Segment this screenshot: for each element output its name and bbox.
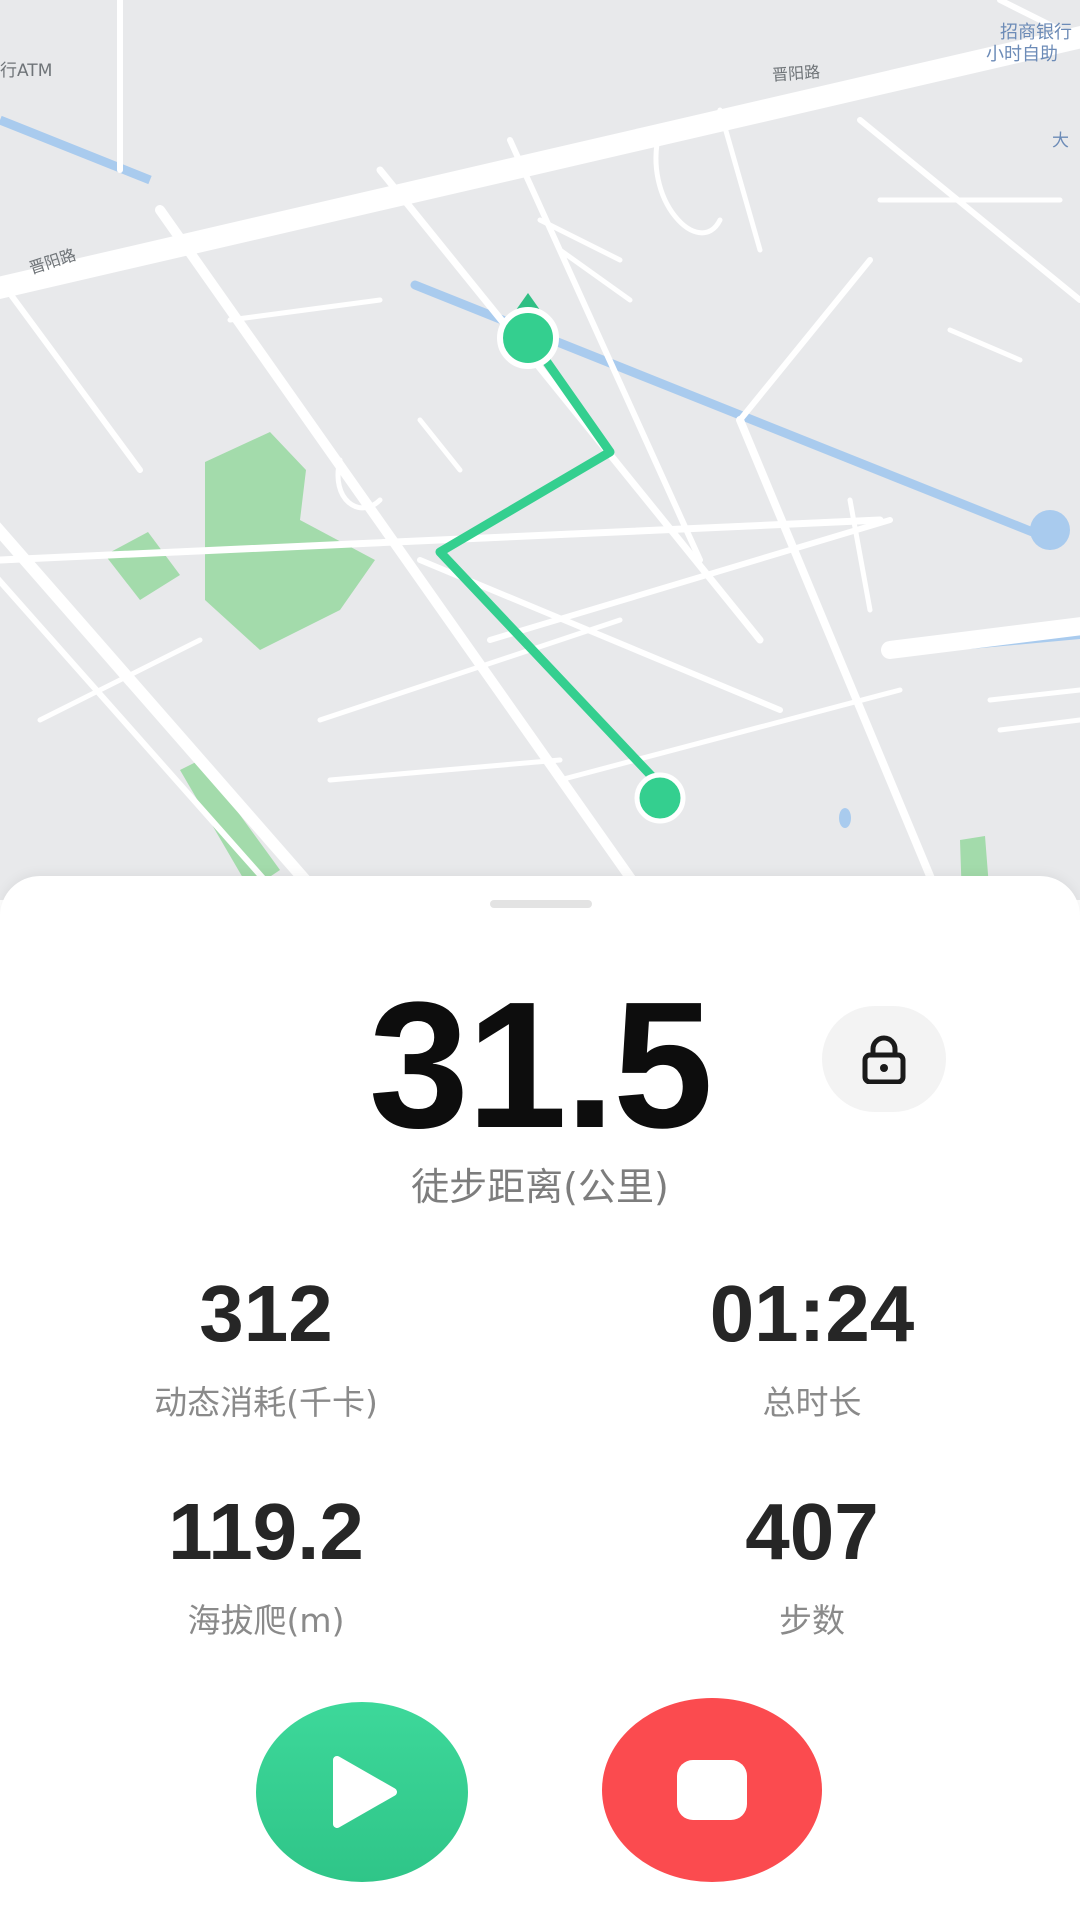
map-poi-atm: 行ATM <box>0 61 53 81</box>
map-graphics <box>0 0 1080 900</box>
park-area <box>105 532 180 600</box>
lock-icon <box>862 1035 906 1084</box>
calories-label: 动态消耗(千卡) <box>154 1383 378 1422</box>
route-end-marker-icon <box>634 772 686 824</box>
steps-value: 407 <box>745 1487 879 1576</box>
canal <box>0 115 152 185</box>
play-icon <box>333 1756 397 1828</box>
elevation-label: 海拔爬(m) <box>187 1601 345 1640</box>
calories-value: 312 <box>199 1269 333 1358</box>
map-road-label: 晋阳路 <box>771 62 821 85</box>
map-poi-label: 大 <box>1052 131 1069 151</box>
lock-button[interactable] <box>822 1006 946 1112</box>
distance-value: 31.5 <box>368 965 713 1166</box>
steps-label: 步数 <box>779 1601 845 1640</box>
stop-button[interactable] <box>602 1698 822 1882</box>
pond <box>839 808 851 828</box>
play-button[interactable] <box>256 1702 468 1882</box>
route-start-marker-icon <box>497 307 559 369</box>
map-poi-bank-sub: 小时自助 <box>986 44 1058 65</box>
pond <box>1030 510 1070 550</box>
stop-icon <box>677 1760 747 1820</box>
roads <box>0 0 1080 900</box>
workout-summary-sheet: 31.5 徒步距离(公里) 312 动态消耗(千卡) 01:24 总时长 119… <box>0 876 1080 1920</box>
distance-label: 徒步距离(公里) <box>411 1165 669 1209</box>
elevation-value: 119.2 <box>168 1487 364 1576</box>
park-area <box>180 760 280 890</box>
sheet-drag-handle[interactable] <box>490 900 592 908</box>
route-map[interactable]: 行ATM 晋阳路 晋阳路 招商银行 小时自助 大 <box>0 0 1080 900</box>
duration-value: 01:24 <box>709 1269 915 1358</box>
duration-label: 总时长 <box>762 1383 862 1422</box>
